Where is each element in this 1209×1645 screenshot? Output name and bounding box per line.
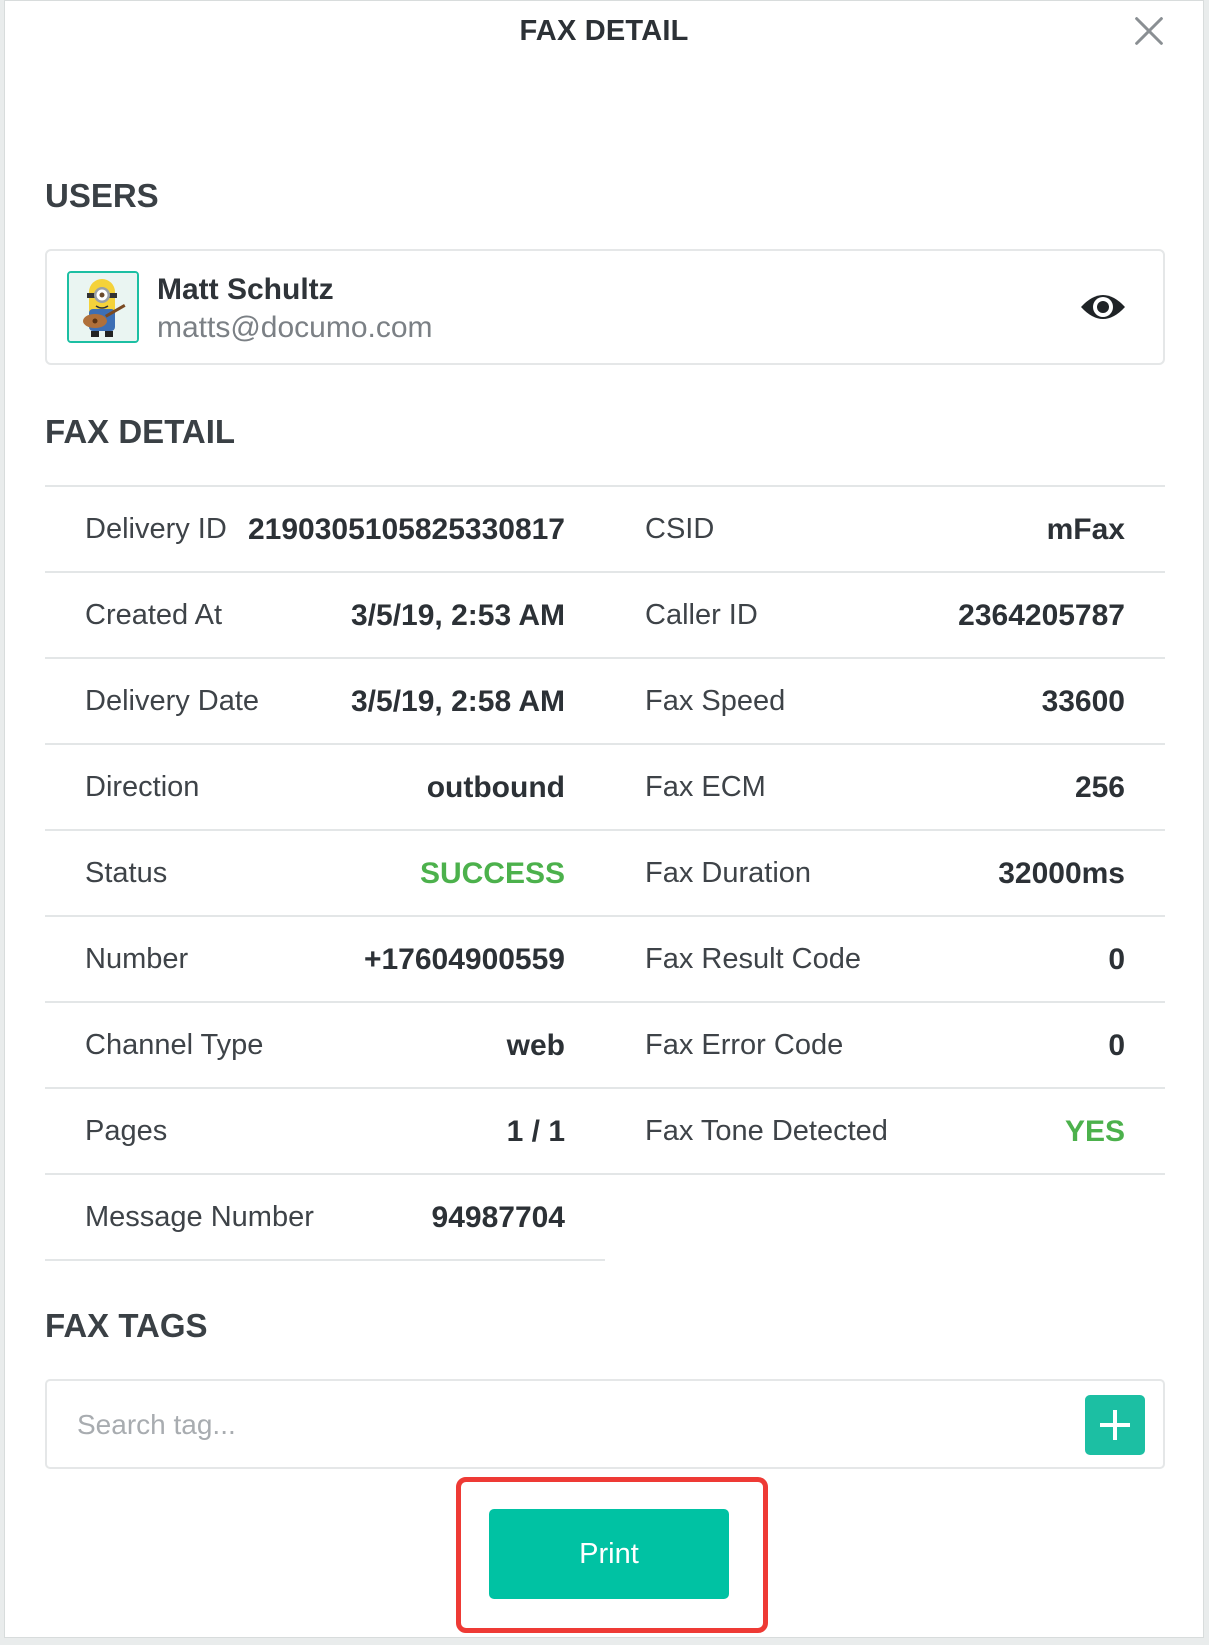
table-row: Status SUCCESS Fax Duration 32000ms (45, 831, 1165, 917)
eye-icon[interactable] (1079, 287, 1127, 327)
user-name: Matt Schultz (157, 273, 334, 306)
delivery-id-value: 21903051058253308​17 (247, 513, 565, 546)
table-row: Created At 3/5/19, 2:53 AM Caller ID 236… (45, 573, 1165, 659)
tag-search-input[interactable] (77, 1403, 1057, 1447)
fax-speed-label: Fax Speed (645, 685, 786, 717)
fax-result-code-label: Fax Result Code (645, 943, 861, 975)
fax-tone-detected-value: YES (1064, 1115, 1125, 1148)
pages-label: Pages (85, 1115, 168, 1147)
channel-type-value: web (506, 1029, 565, 1062)
fax-error-code-label: Fax Error Code (645, 1029, 844, 1061)
direction-value: outbound (426, 771, 565, 804)
fax-ecm-value: 256 (1074, 771, 1125, 804)
fax-detail-table: Delivery ID 21903051058253308​17 CSID mF… (45, 485, 1165, 1261)
fax-result-code-value: 0 (1108, 943, 1125, 976)
fax-speed-value: 33600 (1041, 685, 1125, 718)
direction-label: Direction (85, 771, 200, 803)
table-row: Pages 1 / 1 Fax Tone Detected YES (45, 1089, 1165, 1175)
number-label: Number (85, 943, 189, 975)
delivery-date-value: 3/5/19, 2:58 AM (351, 685, 565, 718)
users-section-title: USERS (45, 177, 159, 214)
pages-value: 1 / 1 (506, 1115, 565, 1148)
csid-label: CSID (645, 513, 715, 545)
user-card: Matt Schultz matts@documo.com (45, 249, 1165, 365)
caller-id-value: 2364205787 (958, 599, 1125, 632)
number-value: +17604900559 (363, 943, 565, 976)
fax-tags-section-title: FAX TAGS (45, 1307, 208, 1344)
delivery-id-label: Delivery ID (85, 513, 227, 545)
caller-id-label: Caller ID (645, 599, 758, 631)
table-row: Channel Type web Fax Error Code 0 (45, 1003, 1165, 1089)
print-button[interactable]: Print (489, 1509, 729, 1599)
modal-title: FAX DETAIL (519, 15, 689, 47)
status-value: SUCCESS (419, 857, 565, 890)
fax-detail-modal: FAX DETAIL USERS Matt Schultz matts@docu… (4, 0, 1204, 1638)
fax-tone-detected-label: Fax Tone Detected (645, 1115, 888, 1147)
delivery-date-label: Delivery Date (85, 685, 260, 717)
channel-type-label: Channel Type (85, 1029, 264, 1061)
created-at-label: Created At (85, 599, 223, 631)
close-icon[interactable] (1131, 13, 1167, 49)
table-row: Delivery ID 21903051058253308​17 CSID mF… (45, 487, 1165, 573)
created-at-value: 3/5/19, 2:53 AM (351, 599, 565, 632)
fax-duration-value: 32000ms (998, 857, 1125, 890)
fax-detail-section-title: FAX DETAIL (45, 413, 236, 450)
table-row: Direction outbound Fax ECM 256 (45, 745, 1165, 831)
minion-avatar-icon (69, 273, 137, 341)
fax-ecm-label: Fax ECM (645, 771, 766, 803)
message-number-value: 94987704 (431, 1201, 565, 1234)
table-row: Message Number 94987704 (45, 1175, 605, 1261)
fax-duration-label: Fax Duration (645, 857, 812, 889)
table-row: Number +17604900559 Fax Result Code 0 (45, 917, 1165, 1003)
fax-error-code-value: 0 (1108, 1029, 1125, 1062)
add-tag-button[interactable] (1085, 1395, 1145, 1455)
table-row: Delivery Date 3/5/19, 2:58 AM Fax Speed … (45, 659, 1165, 745)
tag-search-box (45, 1379, 1165, 1469)
message-number-label: Message Number (85, 1201, 314, 1233)
csid-value: mFax (1046, 513, 1125, 546)
status-label: Status (85, 857, 168, 889)
avatar (67, 271, 139, 343)
user-email: matts@documo.com (157, 311, 433, 344)
